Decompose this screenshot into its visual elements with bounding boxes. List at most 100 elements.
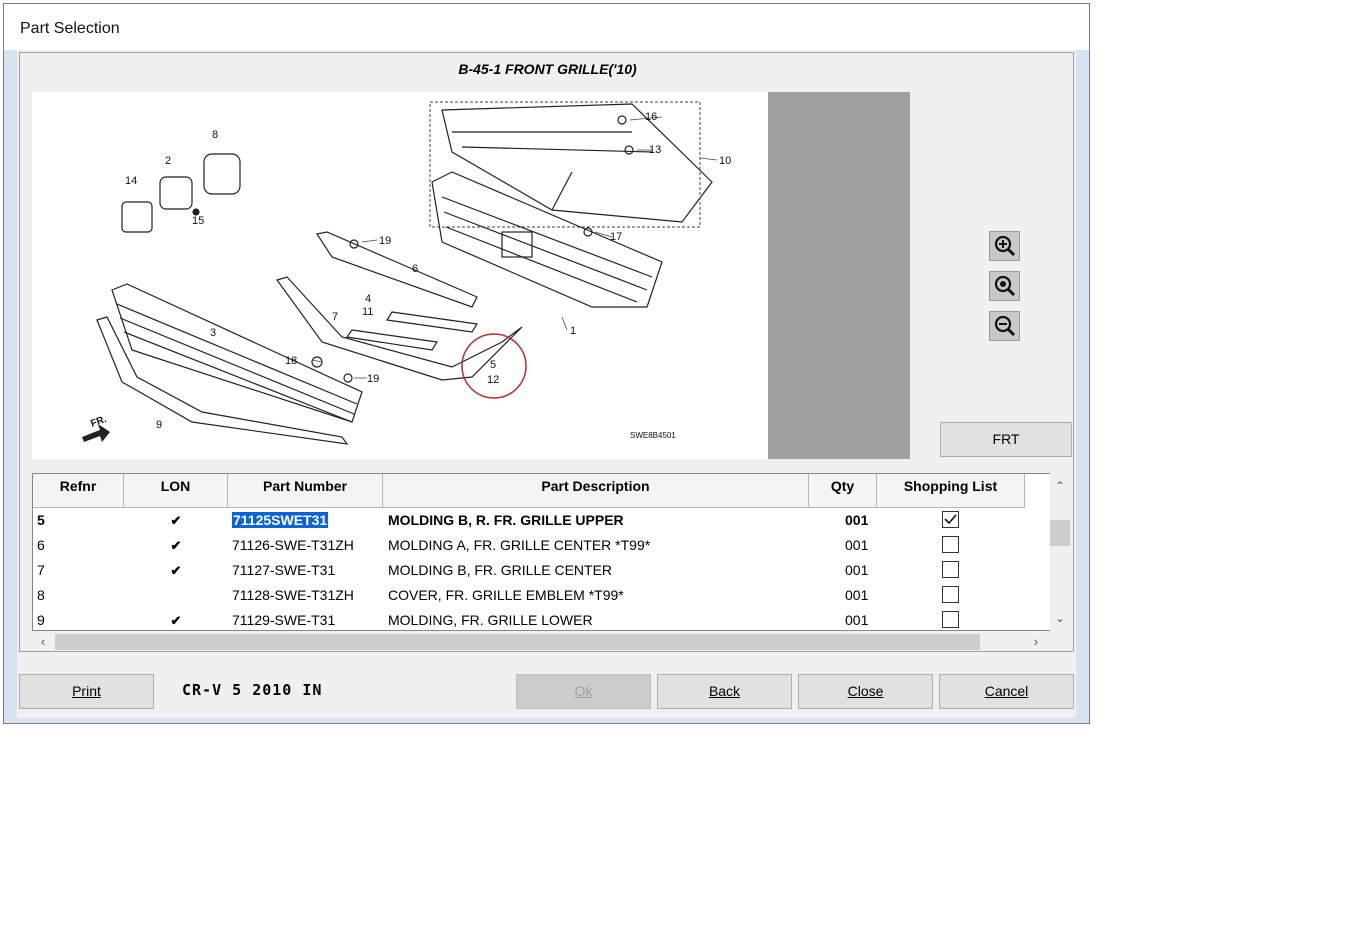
part-19b-shape [343,373,353,383]
part-11-shape [386,311,478,333]
cell-part-number[interactable]: 71126-SWE-T31ZH [232,533,354,558]
callout-11: 11 [362,306,373,318]
parts-diagram[interactable]: 1 2 3 4 5 6 7 8 9 10 11 12 13 14 15 16 1… [32,92,768,459]
close-button[interactable]: Close [798,674,933,709]
scroll-up-icon[interactable]: ⌃ [1050,479,1070,493]
title-bar[interactable]: Part Selection [4,4,1089,50]
shopping-list-checkbox[interactable] [942,561,959,578]
horizontal-scroll-thumb[interactable] [55,634,980,650]
shopping-list-checkbox[interactable] [942,511,959,528]
cell-refnr: 5 [37,512,45,528]
window-border-right [1076,50,1089,723]
callout-9: 9 [156,419,162,431]
callout-18: 18 [285,355,297,367]
part-10-shape [441,103,713,223]
scroll-down-icon[interactable]: ⌄ [1050,611,1070,625]
window-border-left [4,50,17,723]
part-1-shape [431,171,663,308]
callout-7: 7 [332,311,338,323]
cell-part-number[interactable]: 71129-SWE-T31 [232,608,335,630]
cell-lon: ✔ [157,508,195,533]
table-row[interactable]: 8 71128-SWE-T31ZH COVER, FR. GRILLE EMBL… [33,583,1025,608]
table-header: Refnr LON Part Number Part Description Q… [33,474,1025,508]
callout-15: 15 [192,215,204,227]
callout-8: 8 [212,129,218,141]
callout-19b: 19 [367,373,379,385]
figure-panel: B-45-1 FRONT GRILLE('10) 1 2 3 4 5 6 7 8… [19,52,1074,652]
cell-description: COVER, FR. GRILLE EMBLEM *T99* [388,587,624,603]
callout-2: 2 [165,155,171,167]
ok-label: Ok [574,683,593,699]
header-part-description[interactable]: Part Description [383,474,809,507]
part-6-shape [316,231,478,308]
part-13-shape [624,145,634,155]
cell-lon: ✔ [157,558,195,583]
cell-description: MOLDING, FR. GRILLE LOWER [388,612,593,628]
callout-3: 3 [210,327,216,339]
figure-code: SWE8B4501 [630,431,676,440]
header-part-number[interactable]: Part Number [228,474,383,507]
part-2-shape [159,176,193,210]
cell-refnr: 8 [37,587,45,603]
ok-button[interactable]: Ok [516,674,651,709]
print-button[interactable]: Print [19,674,154,709]
part-8-shape [203,153,241,195]
zoom-in-button[interactable] [989,231,1020,261]
shopping-list-checkbox[interactable] [942,611,959,628]
callout-1: 1 [570,325,576,337]
shopping-list-checkbox[interactable] [942,536,959,553]
part-7-shape [276,276,523,381]
figure-title: B-45-1 FRONT GRILLE('10) [458,61,637,77]
cell-qty: 001 [845,587,869,603]
table-row[interactable]: 5 ✔ 71125SWET31 MOLDING B, R. FR. GRILLE… [33,508,1025,533]
callout-17: 17 [610,231,622,243]
callout-16: 16 [645,111,657,123]
cell-refnr: 6 [37,537,45,553]
cell-refnr: 7 [37,562,45,578]
zoom-fit-button[interactable] [989,271,1020,301]
callout-4: 4 [365,293,371,305]
zoom-out-button[interactable] [989,311,1020,341]
callout-10: 10 [719,155,731,167]
cell-part-number[interactable]: 71125SWET31 [232,512,329,528]
shopping-list-checkbox[interactable] [942,586,959,603]
vertical-scrollbar[interactable]: ⌃ ⌄ [1050,473,1070,631]
cell-description: MOLDING B, FR. GRILLE CENTER [388,562,613,578]
cell-qty: 001 [845,562,869,578]
horizontal-scrollbar[interactable]: ‹ › [32,633,1065,651]
header-qty[interactable]: Qty [809,474,877,507]
scroll-right-icon[interactable]: › [1027,633,1045,651]
dialog-client-area: B-45-1 FRONT GRILLE('10) 1 2 3 4 5 6 7 8… [17,50,1076,718]
callout-19a: 19 [379,235,391,247]
part-selection-window: Part Selection B-45-1 FRONT GRILLE('10) [3,3,1090,724]
table-row[interactable]: 7 ✔ 71127-SWE-T31 MOLDING B, FR. GRILLE … [33,558,1025,583]
scroll-left-icon[interactable]: ‹ [34,633,52,651]
cell-lon: ✔ [157,608,195,630]
cell-part-number[interactable]: 71128-SWE-T31ZH [232,583,354,608]
back-label: Back [708,683,741,699]
table-row[interactable]: 6 ✔ 71126-SWE-T31ZH MOLDING A, FR. GRILL… [33,533,1025,558]
back-button[interactable]: Back [657,674,792,709]
cell-qty: 001 [845,537,869,553]
cell-refnr: 9 [37,612,45,628]
direction-label: FR. [89,414,108,430]
cell-part-number[interactable]: 71127-SWE-T31 [232,558,335,583]
zoom-fit-icon [994,275,1015,297]
part-16-shape [617,115,627,125]
cancel-label: Cancel [984,683,1029,699]
cell-description: MOLDING B, R. FR. GRILLE UPPER [388,512,624,528]
callout-12: 12 [487,374,499,386]
zoom-in-icon [994,235,1015,257]
model-info: CR-V 5 2010 IN [182,681,323,699]
cell-lon [157,583,195,608]
frt-button[interactable]: FRT [940,422,1072,457]
window-title: Part Selection [20,20,120,37]
header-shopping-list[interactable]: Shopping List [877,474,1025,507]
header-refnr[interactable]: Refnr [33,474,124,507]
diagram-gray-area [768,92,910,459]
part-14-shape [121,201,153,233]
header-lon[interactable]: LON [124,474,228,507]
cancel-button[interactable]: Cancel [939,674,1074,709]
table-row[interactable]: 9 ✔ 71129-SWE-T31 MOLDING, FR. GRILLE LO… [33,608,1025,630]
vertical-scroll-thumb[interactable] [1050,520,1070,546]
